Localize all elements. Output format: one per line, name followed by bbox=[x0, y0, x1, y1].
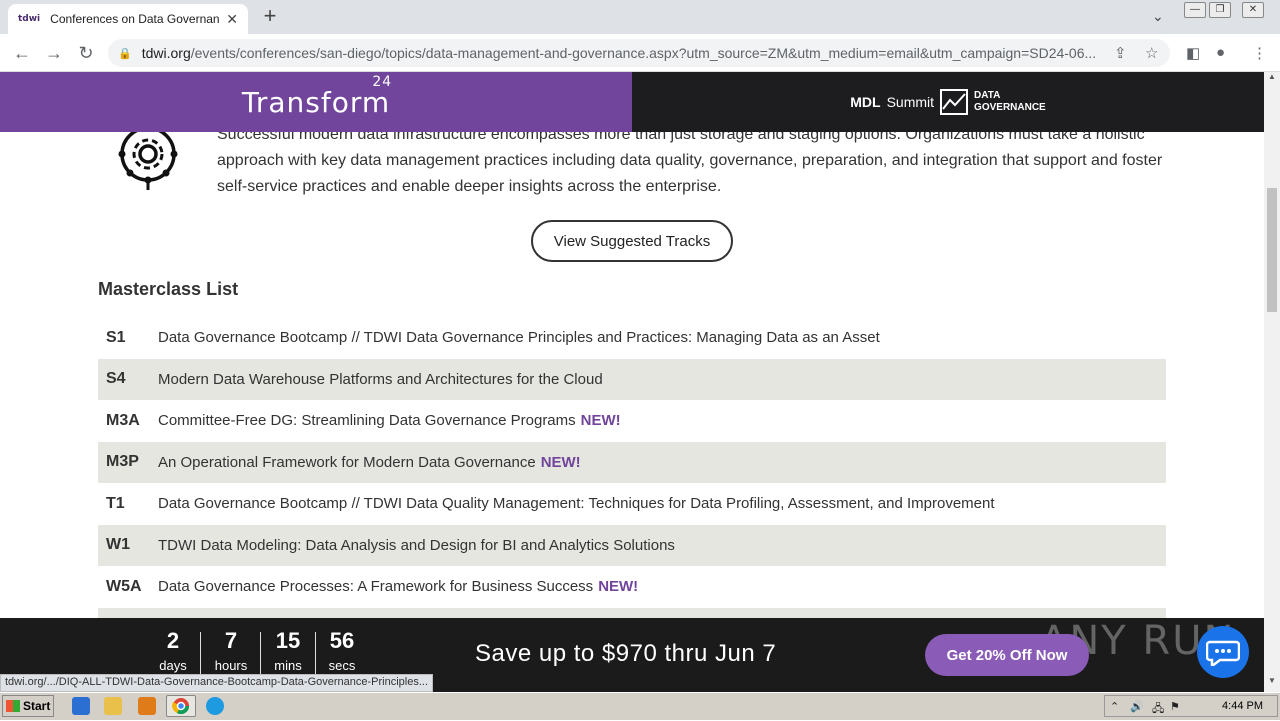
masterclass-row[interactable]: M3A Committee-Free DG: Streamlining Data … bbox=[98, 400, 1166, 442]
tab-search-chevron-icon[interactable]: ⌄ bbox=[1152, 8, 1164, 25]
reload-icon[interactable]: ↻ bbox=[74, 41, 98, 65]
countdown-mins: 15 mins bbox=[274, 628, 302, 673]
intro-partial-line: Successful modern data infrastructure en… bbox=[217, 132, 1145, 143]
restore-icon[interactable]: ❐ bbox=[1209, 2, 1231, 18]
masterclass-code: M3P bbox=[106, 453, 139, 471]
page-scrollbar[interactable] bbox=[1264, 72, 1280, 692]
masterclass-code: W1 bbox=[106, 536, 130, 554]
lock-icon: 🔒 bbox=[118, 47, 132, 60]
countdown-days: 2 days bbox=[159, 628, 187, 673]
masterclass-title-link[interactable]: Committee-Free DG: Streamlining Data Gov… bbox=[158, 412, 576, 429]
new-badge: NEW! bbox=[540, 453, 581, 471]
browser-tab[interactable]: tdwi Conferences on Data Governance & ✕ bbox=[8, 4, 248, 34]
back-icon[interactable]: ← bbox=[10, 41, 34, 65]
masterclass-code: S1 bbox=[106, 328, 126, 346]
masterclass-code: M3A bbox=[106, 411, 140, 429]
transform-banner[interactable]: Transform 24 bbox=[0, 72, 632, 132]
summit-label: Summit bbox=[886, 94, 935, 110]
network-icon[interactable]: 🖧 bbox=[1152, 700, 1164, 719]
masterclass-row[interactable]: W1 TDWI Data Modeling: Data Analysis and … bbox=[98, 524, 1166, 566]
promo-save-text: Save up to $970 thru Jun 7 bbox=[475, 640, 777, 667]
tray-expand-icon[interactable]: ⌃ bbox=[1110, 700, 1119, 713]
get-discount-button[interactable]: Get 20% Off Now bbox=[925, 634, 1089, 676]
scroll-up-arrow-icon[interactable]: ▲ bbox=[1264, 72, 1280, 86]
mdl-label: MDL bbox=[850, 94, 881, 110]
window-close-icon[interactable]: ✕ bbox=[1242, 2, 1264, 18]
masterclass-title-link[interactable]: Data Governance Processes: A Framework f… bbox=[158, 578, 593, 595]
countdown-hours: 7 hours bbox=[214, 628, 248, 673]
masterclass-row[interactable]: S4 Modern Data Warehouse Platforms and Ar… bbox=[98, 358, 1166, 400]
tab-close-icon[interactable]: ✕ bbox=[226, 11, 238, 28]
new-badge: NEW! bbox=[580, 412, 621, 430]
address-bar[interactable]: 🔒 tdwi.org/events/conferences/san-diego/… bbox=[108, 39, 1170, 67]
media-player-icon[interactable] bbox=[138, 697, 156, 715]
tdwi-favicon-icon: tdwi bbox=[18, 14, 41, 24]
scroll-down-arrow-icon[interactable]: ▼ bbox=[1264, 676, 1280, 690]
masterclass-list-title: Masterclass List bbox=[98, 279, 239, 299]
windows-flag-icon bbox=[6, 700, 20, 712]
profile-avatar-icon[interactable]: ● bbox=[1216, 44, 1225, 61]
masterclass-code: T1 bbox=[106, 494, 125, 512]
forward-icon[interactable]: → bbox=[42, 41, 66, 65]
side-panel-icon[interactable]: ◧ bbox=[1186, 44, 1200, 62]
share-icon[interactable]: ⇪ bbox=[1114, 44, 1127, 62]
intro-text: Successful modern data infrastructure en… bbox=[217, 132, 1177, 200]
new-badge: NEW! bbox=[598, 578, 639, 596]
volume-icon[interactable]: 🔊 bbox=[1130, 700, 1144, 713]
masterclass-title-link[interactable]: Data Governance Bootcamp // TDWI Data Go… bbox=[158, 329, 880, 346]
new-tab-icon[interactable]: + bbox=[258, 4, 282, 28]
flag-icon[interactable]: ⚑ bbox=[1170, 700, 1180, 713]
masterclass-row[interactable]: W5A Data Governance Processes: A Framewor… bbox=[98, 566, 1166, 608]
page-content: Successful modern data infrastructure en… bbox=[0, 132, 1264, 618]
masterclass-row[interactable]: T1 Data Governance Bootcamp // TDWI Data … bbox=[98, 483, 1166, 525]
bookmark-star-icon[interactable]: ☆ bbox=[1145, 44, 1158, 62]
masterclass-title-link[interactable]: Modern Data Warehouse Platforms and Arch… bbox=[158, 371, 603, 388]
masterclass-title-link[interactable]: Data Governance Bootcamp // TDWI Data Qu… bbox=[158, 495, 995, 512]
chrome-taskbar-button[interactable] bbox=[166, 695, 196, 717]
url-path: /events/conferences/san-diego/topics/dat… bbox=[190, 45, 1097, 61]
data-governance-label: DATA GOVERNANCE bbox=[974, 90, 1046, 113]
edge-icon[interactable] bbox=[206, 697, 224, 715]
masterclass-row[interactable]: M3P An Operational Framework for Modern D… bbox=[98, 441, 1166, 483]
menu-kebab-icon[interactable]: ⋮ bbox=[1252, 44, 1267, 62]
masterclass-code: W5A bbox=[106, 577, 142, 595]
masterclass-row[interactable]: S1 Data Governance Bootcamp // TDWI Data … bbox=[98, 317, 1166, 359]
masterclass-list: S1 Data Governance Bootcamp // TDWI Data … bbox=[98, 317, 1166, 618]
tab-title: Conferences on Data Governance & bbox=[50, 12, 220, 26]
scroll-thumb[interactable] bbox=[1267, 188, 1277, 312]
start-button[interactable]: Start bbox=[2, 695, 54, 717]
masterclass-code: S4 bbox=[106, 370, 126, 388]
intro-body: approach with key data management practi… bbox=[217, 152, 1163, 195]
mdl-summit-banner[interactable]: MDL Summit DATA GOVERNANCE bbox=[632, 72, 1264, 132]
data-governance-logo-icon bbox=[940, 89, 969, 115]
url-host: tdwi.org bbox=[141, 45, 191, 61]
transform-logo: Transform 24 bbox=[241, 73, 393, 119]
status-bubble-link: tdwi.org/.../DIQ-ALL-TDWI-Data-Governanc… bbox=[0, 674, 434, 692]
site-banner: Transform 24 MDL Summit DATA GOVERNANCE bbox=[0, 72, 1264, 132]
countdown-secs: 56 secs bbox=[328, 628, 356, 673]
data-management-gear-icon bbox=[118, 132, 178, 190]
masterclass-row-partial[interactable] bbox=[98, 607, 1166, 618]
ie-icon[interactable] bbox=[72, 697, 90, 715]
clock: 4:44 PM bbox=[1222, 700, 1263, 712]
minimize-icon[interactable]: — bbox=[1184, 2, 1206, 18]
folder-icon[interactable] bbox=[104, 697, 122, 715]
chat-bubble-icon[interactable] bbox=[1197, 626, 1249, 678]
masterclass-title-link[interactable]: TDWI Data Modeling: Data Analysis and De… bbox=[158, 537, 675, 554]
countdown-divider bbox=[200, 632, 201, 674]
view-suggested-tracks-button[interactable]: View Suggested Tracks bbox=[531, 220, 733, 262]
masterclass-title-link[interactable]: An Operational Framework for Modern Data… bbox=[158, 454, 536, 471]
